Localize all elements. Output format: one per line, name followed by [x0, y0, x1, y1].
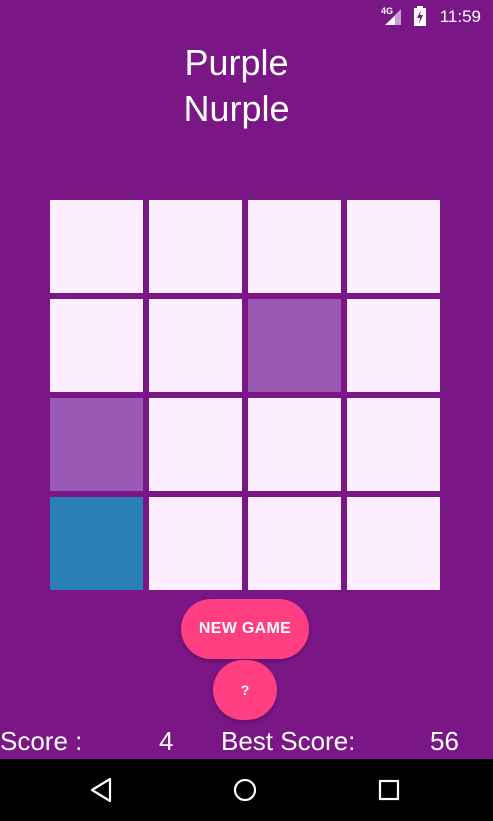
grid-tile-r1-c1[interactable] — [50, 200, 143, 293]
app-title-line1: Purple — [184, 42, 289, 83]
grid-tile-r4-c4[interactable] — [347, 497, 440, 590]
grid-tile-r1-c4[interactable] — [347, 200, 440, 293]
grid-tile-r4-c3[interactable] — [248, 497, 341, 590]
signal-icon — [385, 9, 401, 25]
back-icon[interactable] — [89, 777, 113, 803]
status-bar: 4G 11:59 — [0, 0, 493, 32]
recents-icon[interactable] — [378, 779, 400, 801]
grid-tile-r4-c1[interactable] — [50, 497, 143, 590]
grid-tile-r3-c4[interactable] — [347, 398, 440, 491]
grid-tile-r1-c2[interactable] — [149, 200, 242, 293]
app-title: Purple Nurple — [0, 40, 473, 132]
grid-tile-r4-c2[interactable] — [149, 497, 242, 590]
status-clock: 11:59 — [439, 7, 481, 26]
grid-tile-r2-c4[interactable] — [347, 299, 440, 392]
grid-tile-r2-c1[interactable] — [50, 299, 143, 392]
grid-tile-r2-c2[interactable] — [149, 299, 242, 392]
battery-charging-icon — [414, 6, 426, 26]
app-title-line2: Nurple — [183, 88, 290, 129]
grid-tile-r3-c1[interactable] — [50, 398, 143, 491]
new-game-button[interactable]: NEW GAME — [181, 599, 309, 659]
help-button[interactable]: ? — [213, 660, 277, 720]
home-icon[interactable] — [233, 778, 257, 802]
best-score-value: 56 — [430, 726, 459, 756]
score-label: Score : — [0, 726, 83, 756]
grid-tile-r3-c3[interactable] — [248, 398, 341, 491]
grid-tile-r3-c2[interactable] — [149, 398, 242, 491]
grid-tile-r1-c3[interactable] — [248, 200, 341, 293]
navigation-bar — [0, 759, 493, 821]
game-grid — [50, 200, 442, 592]
best-score-label: Best Score: — [221, 726, 356, 756]
score-value: 4 — [159, 726, 174, 756]
grid-tile-r2-c3[interactable] — [248, 299, 341, 392]
